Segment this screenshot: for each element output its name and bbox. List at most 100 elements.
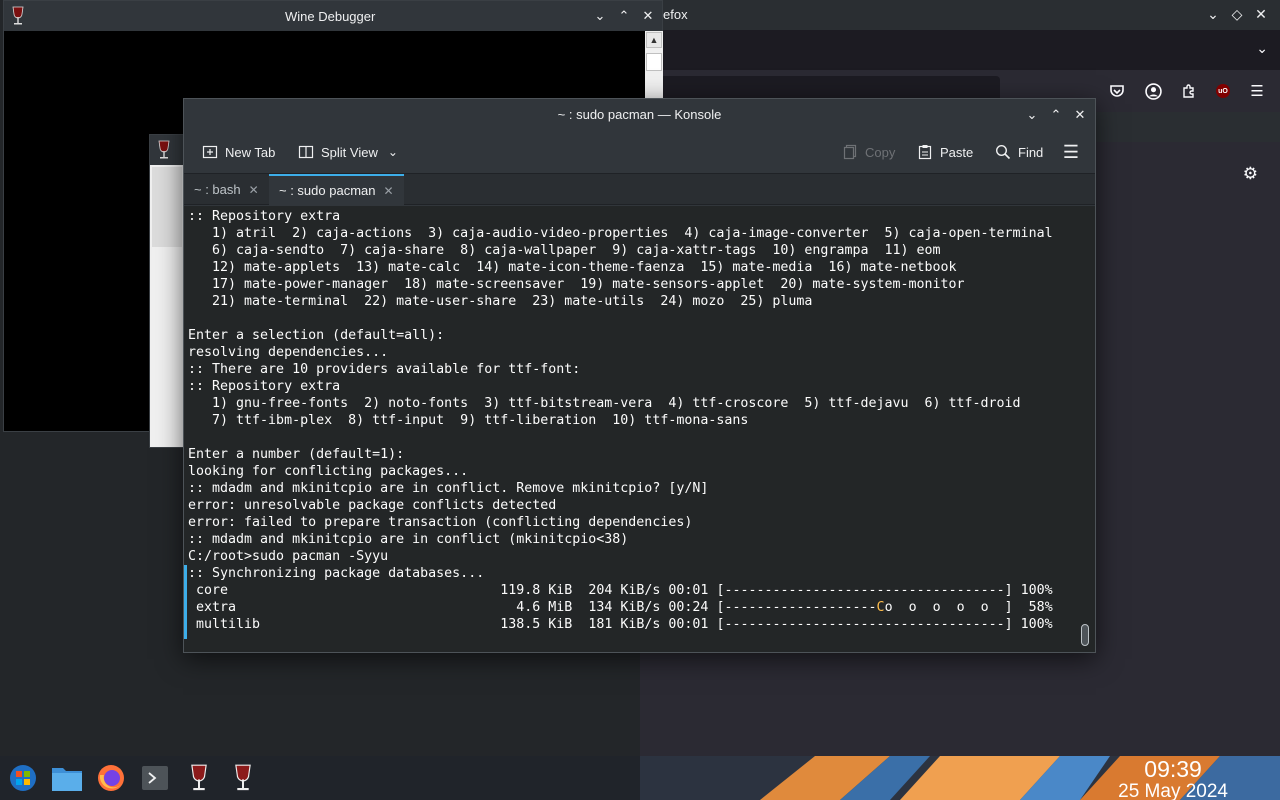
gear-icon[interactable]: ⚙ [1243, 164, 1258, 184]
tab-label: ~ : bash [194, 182, 241, 197]
wine-debugger-title: Wine Debugger [285, 9, 376, 24]
wine-icon [11, 6, 25, 31]
copy-icon [841, 143, 859, 161]
wine-icon[interactable] [180, 759, 218, 797]
terminal-line: :: Repository extra [188, 379, 341, 394]
menu-icon: ☰ [1062, 141, 1080, 162]
copy-label: Copy [865, 144, 896, 160]
download-rate: 181 KiB/s [580, 617, 661, 632]
extensions-icon[interactable] [1180, 82, 1198, 100]
paste-label: Paste [940, 144, 974, 160]
minimize-icon[interactable]: ⌄ [1204, 5, 1222, 23]
find-button[interactable]: Find [994, 140, 1043, 164]
terminal-line: 6) caja-sendto 7) caja-share 8) caja-wal… [188, 243, 941, 258]
terminal-line: Enter a selection (default=all): [188, 328, 445, 343]
terminal-line: :: mdadm and mkinitcpio are in conflict … [188, 532, 629, 547]
wine-debugger-titlebar[interactable]: Wine Debugger ⌄ ⌃ ✕ [4, 1, 662, 31]
download-percent: 58% [1020, 600, 1053, 615]
terminal-line: C:/root>sudo pacman -Syyu [188, 549, 389, 564]
download-time: 00:01 [668, 583, 709, 598]
download-progress-bar: [-----------------------------------] [716, 583, 1013, 598]
download-row: core 119.8 KiB 204 KiB/s 00:01 [--------… [188, 583, 1053, 598]
new-tab-button[interactable]: New Tab [201, 140, 275, 164]
close-tab-icon[interactable]: ✕ [249, 183, 259, 197]
search-icon [994, 143, 1012, 161]
minimize-icon[interactable]: ⌄ [1023, 106, 1041, 124]
find-label: Find [1018, 144, 1044, 160]
wine-icon[interactable] [224, 759, 262, 797]
taskbar: 09:39 25 May 2024 [0, 756, 1280, 800]
new-tab-icon [201, 143, 219, 161]
terminal-icon[interactable] [136, 759, 174, 797]
close-icon[interactable]: ✕ [1252, 5, 1270, 23]
chevron-down-icon[interactable]: ⌄ [384, 143, 402, 161]
download-name: extra [196, 600, 501, 615]
maximize-icon[interactable]: ⌃ [1047, 106, 1065, 124]
terminal-line: looking for conflicting packages... [188, 464, 469, 479]
split-view-label: Split View [321, 144, 378, 160]
konsole-toolbar: New Tab Split View ⌄ Copy Paste Find ☰ [184, 131, 1095, 173]
scroll-thumb[interactable] [646, 53, 662, 71]
split-view-button[interactable]: Split View ⌄ [297, 140, 402, 164]
konsole-window[interactable]: ~ : sudo pacman — Konsole ⌄ ⌃ ✕ New Tab … [183, 98, 1096, 653]
paste-icon [916, 143, 934, 161]
terminal-line: 7) ttf-ibm-plex 8) ttf-input 9) ttf-libe… [188, 413, 749, 428]
close-icon[interactable]: ✕ [1071, 106, 1089, 124]
download-name: core [196, 583, 501, 598]
scroll-up-arrow-icon[interactable]: ▲ [646, 32, 662, 48]
terminal-line: :: Synchronizing package databases... [188, 566, 485, 581]
command-marker [184, 565, 187, 639]
terminal-line: 1) atril 2) caja-actions 3) caja-audio-v… [188, 226, 1053, 241]
konsole-titlebar[interactable]: ~ : sudo pacman — Konsole ⌄ ⌃ ✕ [184, 99, 1095, 131]
tab-sudo-pacman[interactable]: ~ : sudo pacman ✕ [269, 174, 404, 205]
pocket-icon[interactable] [1108, 82, 1126, 100]
terminal-line: error: failed to prepare transaction (co… [188, 515, 693, 530]
konsole-title: ~ : sudo pacman — Konsole [557, 107, 722, 122]
menu-icon[interactable]: ☰ [1248, 82, 1266, 100]
terminal-line: :: Repository extra [188, 209, 341, 224]
download-progress-bar: [------------------- [716, 600, 877, 615]
terminal-line: 17) mate-power-manager 18) mate-screensa… [188, 277, 965, 292]
ublock-icon[interactable]: uO [1216, 84, 1230, 98]
tab-bash[interactable]: ~ : bash ✕ [184, 174, 269, 205]
download-rate: 204 KiB/s [580, 583, 661, 598]
minimize-icon[interactable]: ⌄ [591, 7, 609, 25]
file-manager-icon[interactable] [48, 759, 86, 797]
hamburger-menu-button[interactable]: ☰ [1062, 140, 1080, 164]
download-row: extra 4.6 MiB 134 KiB/s 00:24 [---------… [188, 600, 1053, 615]
terminal-line: 1) gnu-free-fonts 2) noto-fonts 3) ttf-b… [188, 396, 1021, 411]
firefox-icon[interactable] [92, 759, 130, 797]
clock-date: 25 May 2024 [1118, 781, 1228, 800]
download-size: 119.8 KiB [500, 583, 573, 598]
download-name: multilib [196, 617, 501, 632]
terminal-line: 12) mate-applets 13) mate-calc 14) mate-… [188, 260, 957, 275]
download-percent: 100% [1020, 617, 1053, 632]
account-icon[interactable] [1144, 82, 1162, 100]
close-icon[interactable]: ✕ [639, 7, 657, 25]
download-percent: 100% [1020, 583, 1053, 598]
terminal-scrollbar[interactable] [1081, 624, 1089, 646]
tab-label: ~ : sudo pacman [279, 183, 376, 198]
system-clock[interactable]: 09:39 25 May 2024 [1118, 756, 1228, 800]
terminal-line: Enter a number (default=1): [188, 447, 405, 462]
new-tab-label: New Tab [225, 144, 276, 160]
maximize-icon[interactable]: ◇ [1228, 5, 1246, 23]
copy-button[interactable]: Copy [841, 140, 895, 164]
start-menu-icon[interactable] [4, 759, 42, 797]
close-tab-icon[interactable]: ✕ [383, 184, 393, 198]
download-size: 4.6 MiB [500, 600, 573, 615]
list-all-tabs-icon[interactable]: ⌄ [1256, 40, 1268, 57]
terminal-line: :: mdadm and mkinitcpio are in conflict.… [188, 481, 709, 496]
wine-icon [157, 140, 171, 165]
download-time: 00:24 [668, 600, 709, 615]
firefox-titlebar[interactable]: efox ⌄ ◇ ✕ [640, 0, 1280, 30]
download-size: 138.5 KiB [500, 617, 573, 632]
download-rate: 134 KiB/s [580, 600, 661, 615]
paste-button[interactable]: Paste [916, 140, 973, 164]
terminal-output[interactable]: :: Repository extra 1) atril 2) caja-act… [184, 206, 1095, 652]
firefox-tab-bar: ⌄ [640, 30, 1280, 70]
terminal-line: error: unresolvable package conflicts de… [188, 498, 557, 513]
pacman-glyph: C [876, 600, 885, 615]
maximize-icon[interactable]: ⌃ [615, 7, 633, 25]
download-row: multilib 138.5 KiB 181 KiB/s 00:01 [----… [188, 617, 1053, 632]
